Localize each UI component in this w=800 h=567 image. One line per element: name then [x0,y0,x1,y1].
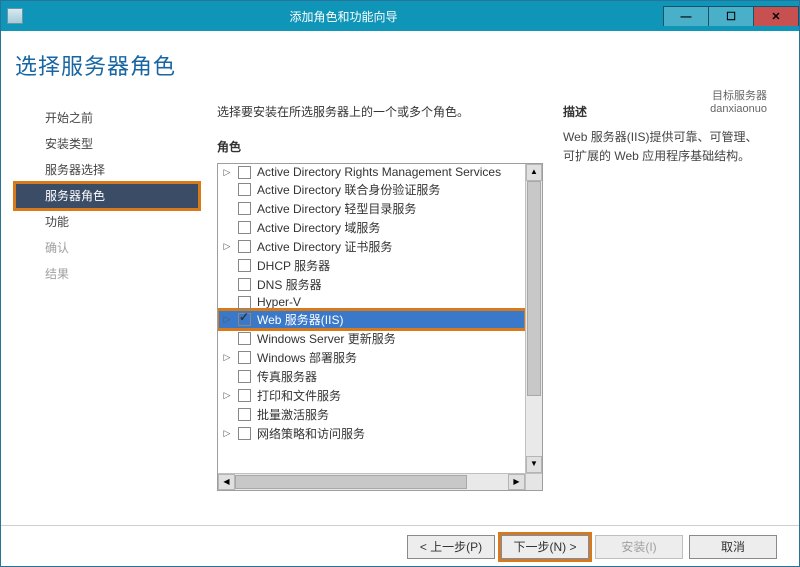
role-item-8[interactable]: ▷ Web 服务器(IIS) [218,310,525,329]
role-label: 批量激活服务 [257,406,329,423]
role-label: Windows Server 更新服务 [257,330,396,347]
page-title: 选择服务器角色 [15,49,199,81]
role-label: Web 服务器(IIS) [257,311,343,328]
role-label: DHCP 服务器 [257,257,330,274]
wizard-nav: 开始之前安装类型服务器选择服务器角色功能确认结果 [15,105,199,287]
instruction-text: 选择要安装在所选服务器上的一个或多个角色。 [217,103,543,120]
expand-icon[interactable]: ▷ [222,390,232,401]
nav-item-0[interactable]: 开始之前 [15,105,199,131]
prev-button[interactable]: < 上一步(P) [407,535,495,559]
role-checkbox[interactable] [238,370,251,383]
target-server-info: 目标服务器 danxiaonuo [710,87,767,115]
role-item-1[interactable]: Active Directory 联合身份验证服务 [218,180,525,199]
app-icon [7,8,23,24]
expand-icon[interactable]: ▷ [222,314,232,325]
role-checkbox[interactable] [238,389,251,402]
close-button[interactable]: ✕ [753,6,799,26]
role-label: Active Directory Rights Management Servi… [257,165,501,179]
roles-label: 角色 [217,138,543,155]
nav-item-1[interactable]: 安装类型 [15,131,199,157]
horizontal-scrollbar[interactable]: ◀ ▶ [218,473,525,490]
role-item-11[interactable]: 传真服务器 [218,367,525,386]
description-text: Web 服务器(IIS)提供可靠、可管理、可扩展的 Web 应用程序基础结构。 [563,128,763,166]
role-checkbox[interactable] [238,202,251,215]
role-item-0[interactable]: ▷ Active Directory Rights Management Serv… [218,164,525,180]
role-label: Hyper-V [257,295,301,309]
titlebar[interactable]: 添加角色和功能向导 — ☐ ✕ [1,1,799,31]
role-label: Active Directory 轻型目录服务 [257,200,416,217]
nav-item-2[interactable]: 服务器选择 [15,157,199,183]
install-button: 安装(I) [595,535,683,559]
maximize-button[interactable]: ☐ [708,6,754,26]
scrollbar-corner [525,473,542,490]
role-checkbox[interactable] [238,313,251,326]
role-checkbox[interactable] [238,240,251,253]
role-checkbox[interactable] [238,296,251,309]
target-server-hostname: danxiaonuo [710,103,767,115]
nav-item-5: 确认 [15,235,199,261]
role-item-5[interactable]: DHCP 服务器 [218,256,525,275]
role-checkbox[interactable] [238,427,251,440]
expand-icon[interactable]: ▷ [222,428,232,439]
role-checkbox[interactable] [238,183,251,196]
vertical-scrollbar[interactable]: ▲ ▼ [525,164,542,473]
expand-icon[interactable]: ▷ [222,167,232,178]
role-item-3[interactable]: Active Directory 域服务 [218,218,525,237]
role-checkbox[interactable] [238,278,251,291]
scroll-down-button[interactable]: ▼ [526,456,542,473]
role-label: Active Directory 域服务 [257,219,380,236]
role-item-9[interactable]: Windows Server 更新服务 [218,329,525,348]
role-item-13[interactable]: 批量激活服务 [218,405,525,424]
target-server-label: 目标服务器 [710,87,767,103]
scroll-left-button[interactable]: ◀ [218,474,235,490]
role-item-6[interactable]: DNS 服务器 [218,275,525,294]
next-button[interactable]: 下一步(N) > [501,535,589,559]
role-label: Active Directory 联合身份验证服务 [257,181,440,198]
scroll-up-button[interactable]: ▲ [526,164,542,181]
scroll-right-button[interactable]: ▶ [508,474,525,490]
role-label: DNS 服务器 [257,276,322,293]
button-bar: < 上一步(P) 下一步(N) > 安装(I) 取消 [1,525,799,567]
role-checkbox[interactable] [238,221,251,234]
expand-icon[interactable]: ▷ [222,352,232,363]
role-checkbox[interactable] [238,408,251,421]
wizard-window: 添加角色和功能向导 — ☐ ✕ 目标服务器 danxiaonuo 选择服务器角色… [0,0,800,567]
window-title: 添加角色和功能向导 [23,8,664,25]
cancel-button[interactable]: 取消 [689,535,777,559]
vscroll-thumb[interactable] [527,181,541,396]
role-checkbox[interactable] [238,332,251,345]
roles-listbox[interactable]: ▷ Active Directory Rights Management Serv… [217,163,543,491]
hscroll-thumb[interactable] [235,475,467,489]
role-item-2[interactable]: Active Directory 轻型目录服务 [218,199,525,218]
role-item-14[interactable]: ▷ 网络策略和访问服务 [218,424,525,443]
nav-item-3[interactable]: 服务器角色 [15,183,199,209]
expand-icon[interactable]: ▷ [222,241,232,252]
role-label: 打印和文件服务 [257,387,341,404]
role-checkbox[interactable] [238,351,251,364]
role-checkbox[interactable] [238,166,251,179]
minimize-button[interactable]: — [663,6,709,26]
role-label: Windows 部署服务 [257,349,357,366]
role-label: 网络策略和访问服务 [257,425,365,442]
role-item-10[interactable]: ▷ Windows 部署服务 [218,348,525,367]
role-item-7[interactable]: Hyper-V [218,294,525,310]
role-item-4[interactable]: ▷ Active Directory 证书服务 [218,237,525,256]
role-label: 传真服务器 [257,368,317,385]
nav-item-4[interactable]: 功能 [15,209,199,235]
role-item-12[interactable]: ▷ 打印和文件服务 [218,386,525,405]
role-label: Active Directory 证书服务 [257,238,392,255]
role-checkbox[interactable] [238,259,251,272]
nav-item-6: 结果 [15,261,199,287]
